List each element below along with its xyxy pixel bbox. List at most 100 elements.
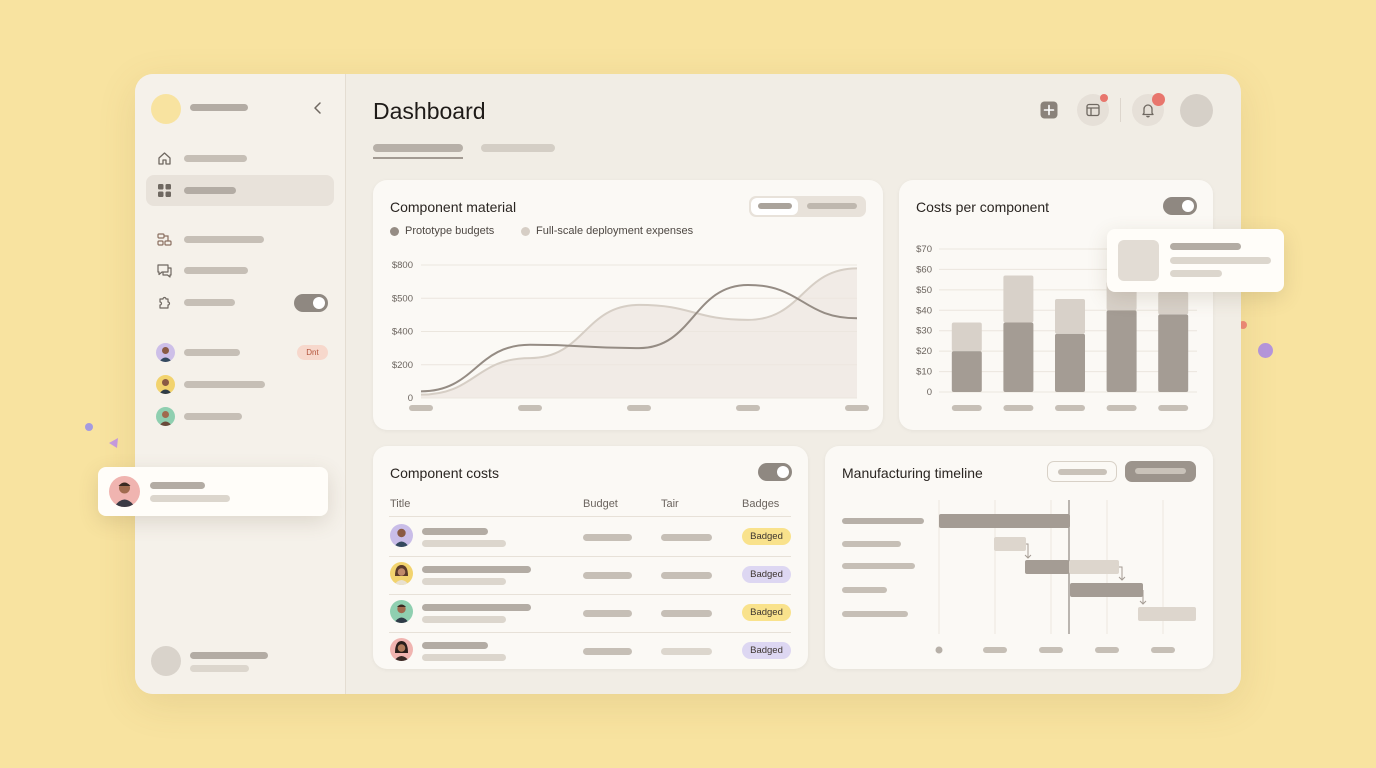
- calendar-notification-dot: [1100, 94, 1108, 102]
- user-role: [150, 495, 230, 502]
- column-header-badges[interactable]: Badges: [742, 498, 779, 510]
- profile-avatar[interactable]: [151, 646, 181, 676]
- confetti-dot: [1258, 343, 1273, 358]
- card-title: Component costs: [390, 465, 499, 481]
- bar: [951, 351, 982, 392]
- x-tick-label: [1158, 405, 1189, 411]
- bar: [1158, 314, 1189, 392]
- integrations-toggle[interactable]: [294, 294, 328, 312]
- collapse-sidebar-button[interactable]: [311, 100, 325, 116]
- y-tick-label: $200: [392, 360, 413, 371]
- row-badge: Badged: [742, 604, 791, 621]
- x-tick-label: [1106, 405, 1137, 411]
- row-budget: [583, 534, 632, 541]
- gantt-axis-tick: [935, 646, 943, 654]
- x-tick-label: [845, 405, 869, 411]
- gantt-bar: [1025, 560, 1069, 574]
- row-subtitle: [422, 540, 506, 547]
- sidebar-item-components[interactable]: [146, 224, 334, 255]
- column-header-title[interactable]: Title: [390, 498, 410, 510]
- chevron-left-icon: [314, 102, 321, 114]
- gantt-dependency-arrow: [1118, 566, 1126, 581]
- bar: [1003, 275, 1034, 323]
- gantt-bar: [1069, 560, 1119, 574]
- confetti-triangle: [109, 438, 118, 448]
- y-tick-label: $500: [392, 293, 413, 304]
- tab-overview[interactable]: [373, 144, 463, 152]
- row-title: [422, 604, 531, 611]
- bar: [1055, 299, 1085, 334]
- row-subtitle: [422, 616, 506, 623]
- table-row[interactable]: Badged: [373, 518, 808, 556]
- y-tick-label: 0: [927, 387, 932, 398]
- costs-per-component-card: Costs per component $70 $60 $50 $40 $30 $20 $1…: [899, 180, 1213, 430]
- status-badge: Dnt: [297, 345, 328, 360]
- sidebar-item-label: [184, 187, 236, 194]
- avatar: [109, 476, 140, 507]
- user-name: [150, 482, 205, 489]
- row-budget: [583, 572, 632, 579]
- detail-line: [1170, 270, 1222, 277]
- notification-badge: [1152, 93, 1165, 106]
- add-button[interactable]: [1040, 101, 1058, 119]
- sidebar-item-label: [184, 267, 248, 274]
- bar: [1003, 322, 1034, 392]
- tab-secondary[interactable]: [481, 144, 555, 152]
- y-tick-label: $70: [916, 244, 932, 255]
- detail-title: [1170, 243, 1241, 250]
- gantt-bar: [939, 514, 1070, 528]
- bar-chart: $70 $60 $50 $40 $30 $20 $10 0: [916, 244, 1197, 411]
- sidebar-item-messages[interactable]: [146, 255, 334, 286]
- sidebar-item-dashboard[interactable]: [146, 175, 334, 206]
- user-avatar[interactable]: [1180, 94, 1213, 127]
- component-material-card: Component material Prototype budgets Ful…: [373, 180, 883, 430]
- sidebar-item-label: [184, 155, 247, 162]
- gantt-task-label: [842, 611, 908, 617]
- table-row[interactable]: Badged: [373, 556, 808, 594]
- header-divider: [1120, 98, 1121, 122]
- gantt-axis-tick: [983, 647, 1007, 653]
- floating-detail-card[interactable]: [1107, 229, 1284, 292]
- grid-icon: [158, 184, 171, 197]
- components-icon: [157, 233, 172, 246]
- row-subtitle: [422, 578, 506, 585]
- x-tick-label: [409, 405, 433, 411]
- table-row[interactable]: Badged: [373, 594, 808, 632]
- column-header-tair[interactable]: Tair: [661, 498, 679, 510]
- series-area: [421, 268, 857, 398]
- sidebar-item-label: [184, 299, 235, 306]
- row-budget: [583, 610, 632, 617]
- logo[interactable]: [151, 94, 181, 124]
- x-tick-label: [736, 405, 760, 411]
- y-tick-label: $40: [916, 305, 932, 316]
- row-divider: [389, 516, 791, 517]
- avatar[interactable]: [156, 407, 175, 426]
- gantt-bar: [1070, 583, 1143, 597]
- floating-user-card[interactable]: [98, 467, 328, 516]
- active-tab-indicator: [373, 157, 463, 159]
- y-tick-label: 0: [408, 393, 413, 404]
- line-chart: $800 $500 $400 $200 0: [392, 260, 869, 411]
- gantt-axis-tick: [1095, 647, 1119, 653]
- y-tick-label: $60: [916, 264, 932, 275]
- avatar: [390, 600, 413, 623]
- column-header-budget[interactable]: Budget: [583, 498, 618, 510]
- y-tick-label: $400: [392, 327, 413, 338]
- y-tick-label: $20: [916, 346, 932, 357]
- sidebar-item-home[interactable]: [146, 143, 334, 174]
- x-tick-label: [627, 405, 651, 411]
- component-costs-toggle[interactable]: [758, 463, 792, 481]
- user-name: [184, 381, 265, 388]
- puzzle-icon: [159, 296, 171, 309]
- row-tair: [661, 534, 712, 541]
- bell-icon: [1142, 104, 1154, 118]
- table-row[interactable]: Badged: [373, 632, 808, 670]
- gantt-bar: [994, 537, 1026, 551]
- component-costs-card: Component costs Title Budget Tair Badges…: [373, 446, 808, 669]
- avatar[interactable]: [156, 343, 175, 362]
- bar: [1055, 333, 1085, 392]
- avatar[interactable]: [156, 375, 175, 394]
- y-tick-label: $800: [392, 260, 413, 271]
- user-name: [184, 413, 242, 420]
- row-title: [422, 566, 531, 573]
